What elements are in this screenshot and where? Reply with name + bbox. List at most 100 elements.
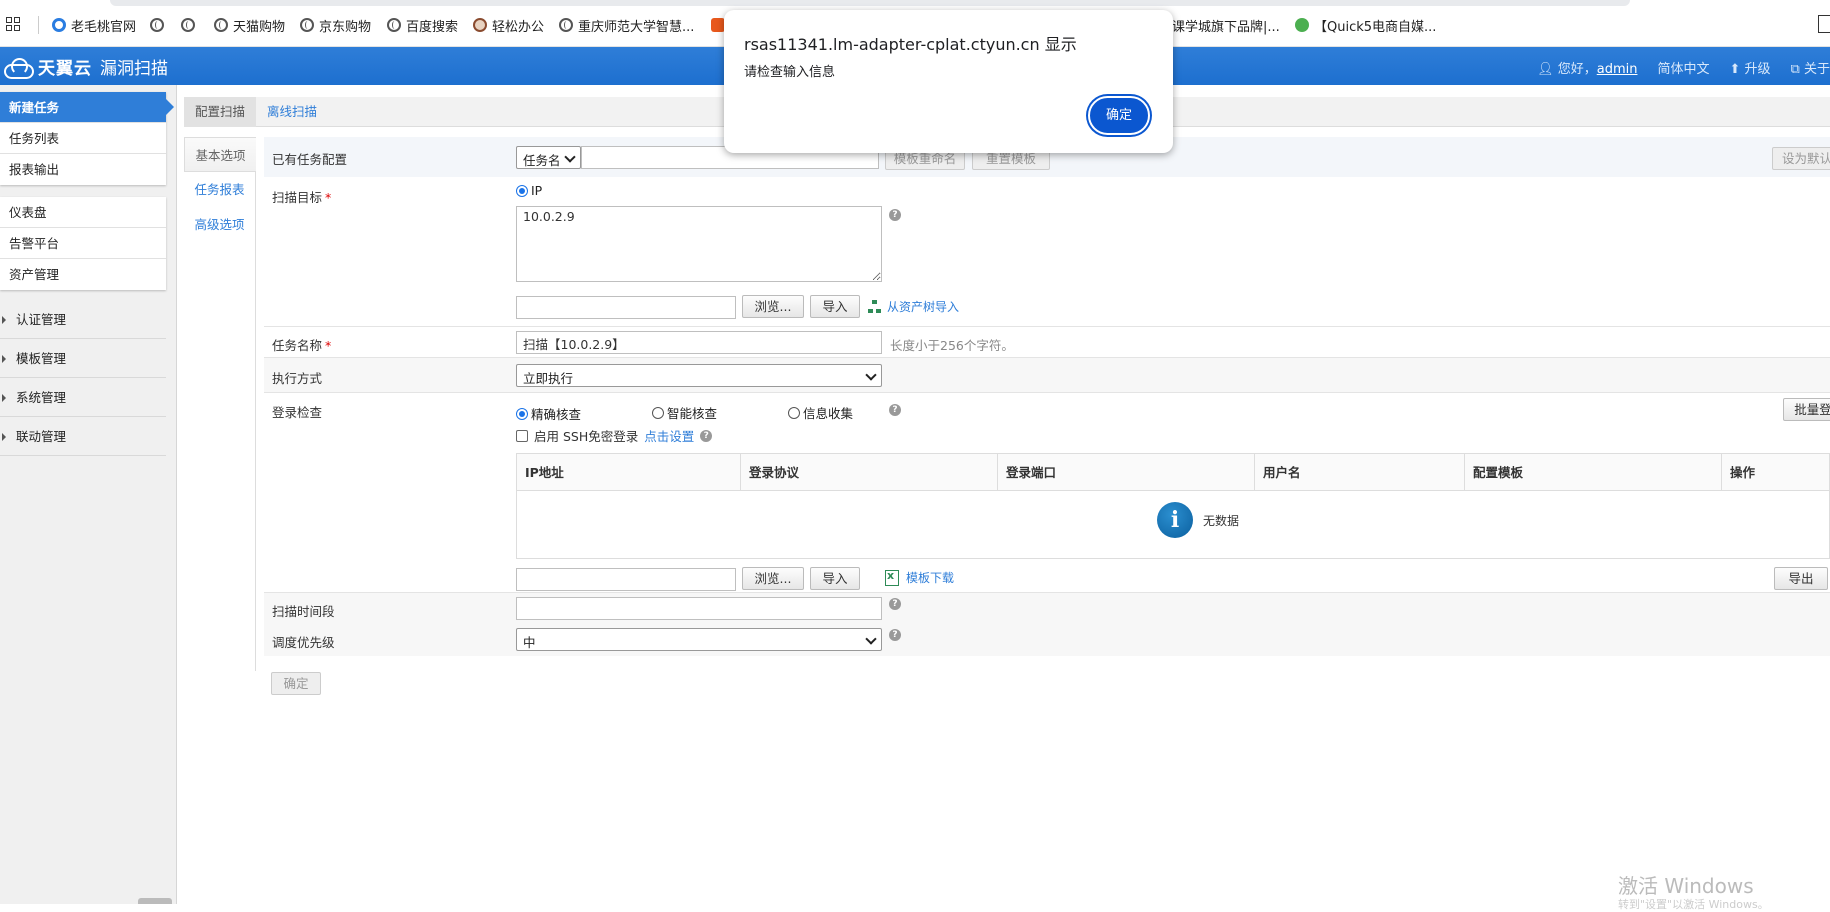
- no-data-text: 无数据: [1203, 513, 1240, 528]
- priority-select[interactable]: 中: [516, 628, 882, 651]
- brand-name: 天翼云: [38, 59, 92, 79]
- bookmark-label: 重庆师范大学智慧...: [578, 19, 695, 35]
- bookmark-item[interactable]: [150, 17, 164, 33]
- help-icon[interactable]: ?: [889, 629, 901, 641]
- globe-icon: [150, 18, 164, 32]
- radio-label: 智能核查: [667, 406, 718, 421]
- help-icon[interactable]: ?: [889, 404, 901, 416]
- excel-icon: [885, 569, 899, 586]
- import-from-tree-link[interactable]: 从资产树导入: [868, 298, 959, 315]
- ssh-checkbox[interactable]: [516, 429, 528, 442]
- tab-basic-options[interactable]: 基本选项: [184, 137, 256, 172]
- column-header: IP地址: [517, 454, 741, 491]
- avatar-favicon-icon: [473, 18, 487, 32]
- help-icon[interactable]: ?: [889, 598, 901, 610]
- bookmark-label: 课学城旗下品牌|...: [1172, 19, 1280, 35]
- export-button[interactable]: 导出: [1774, 567, 1828, 590]
- apps-icon[interactable]: [6, 17, 20, 31]
- bookmark-item[interactable]: [181, 17, 195, 33]
- sidebar-resize-handle[interactable]: [138, 898, 172, 904]
- bookmark-item[interactable]: 【Quick5电商自媒...: [1295, 17, 1436, 35]
- row-exec-mode: 执行方式 立即执行: [264, 357, 1830, 392]
- browse-button[interactable]: 浏览...: [742, 567, 804, 590]
- target-file-input[interactable]: [516, 296, 736, 319]
- user-link[interactable]: admin: [1597, 62, 1638, 77]
- bookmark-item[interactable]: 京东购物: [300, 17, 371, 35]
- task-name-input[interactable]: 扫描【10.0.2.9】: [516, 331, 882, 354]
- target-type-ip-radio[interactable]: IP: [516, 183, 542, 198]
- import-from-tree-label: 从资产树导入: [887, 300, 960, 314]
- login-file-input[interactable]: [516, 568, 736, 591]
- dialog-message: 请检查输入信息: [744, 65, 836, 80]
- template-download-link[interactable]: 模板下载: [885, 569, 954, 586]
- label-existing-config: 已有任务配置: [272, 152, 348, 167]
- bookmark-item[interactable]: 百度搜索: [387, 17, 458, 35]
- dialog-ok-button[interactable]: 确定: [1088, 96, 1150, 135]
- scan-target-textarea[interactable]: [516, 206, 882, 282]
- tab-offline-scan[interactable]: 离线扫描: [256, 97, 328, 127]
- tab-advanced-options[interactable]: 高级选项: [184, 207, 255, 242]
- bookmark-label: 轻松办公: [492, 19, 545, 35]
- radio-dot: [516, 184, 528, 197]
- language-link[interactable]: 简体中文: [1657, 58, 1709, 77]
- sidebar-item-dashboard[interactable]: 仪表盘: [0, 197, 166, 228]
- sidebar-item-task-list[interactable]: 任务列表: [0, 123, 166, 154]
- submit-button[interactable]: 确定: [271, 672, 321, 695]
- tab-task-report[interactable]: 任务报表: [184, 172, 255, 207]
- column-header: 配置模板: [1465, 454, 1722, 491]
- label-priority: 调度优先级: [272, 635, 335, 650]
- exec-mode-select[interactable]: 立即执行: [516, 364, 882, 387]
- task-name-hint: 长度小于256个字符。: [890, 338, 1014, 353]
- radio-dot: [652, 406, 664, 419]
- about-link[interactable]: ⧉ 关于: [1791, 58, 1830, 77]
- option-tabs: 基本选项 任务报表 高级选项: [184, 137, 256, 671]
- bookmark-item[interactable]: 轻松办公: [473, 17, 545, 35]
- time-range-input[interactable]: [516, 597, 882, 620]
- sidebar-item-alert-platform[interactable]: 告警平台: [0, 228, 166, 259]
- row-priority: 调度优先级 中 ?: [264, 622, 1830, 656]
- sidebar-item-report-output[interactable]: 报表输出: [0, 154, 166, 185]
- import-button[interactable]: 导入: [810, 295, 860, 318]
- label-task-name: 任务名称 *: [272, 335, 331, 354]
- bookmark-item[interactable]: 重庆师范大学智慧...: [559, 17, 695, 35]
- help-icon[interactable]: ?: [700, 429, 713, 442]
- task-name-select[interactable]: 任务名: [516, 146, 581, 169]
- bookmark-item[interactable]: 老毛桃官网: [52, 17, 136, 35]
- help-icon[interactable]: ?: [889, 209, 901, 221]
- label-scan-target: 扫描目标 *: [272, 187, 331, 206]
- ssh-option: 启用 SSH免密登录 点击设置 ?: [516, 426, 713, 445]
- sidebar-section-linkage[interactable]: 联动管理: [0, 417, 166, 456]
- user-greeting: 👤︎ 您好，admin: [1537, 58, 1637, 77]
- import-button[interactable]: 导入: [810, 567, 860, 590]
- radio-label: 精确核查: [531, 407, 582, 422]
- login-opt-info-radio[interactable]: 信息收集: [788, 403, 853, 422]
- windows-watermark: 激活 Windows: [1618, 874, 1754, 898]
- bookmark-item[interactable]: 课学城旗下品牌|...: [1172, 17, 1280, 35]
- sidebar-item-new-task[interactable]: 新建任务: [0, 92, 174, 123]
- column-header: 用户名: [1255, 454, 1465, 491]
- cloud-logo-icon: [2, 57, 34, 79]
- globe-icon: [387, 18, 401, 32]
- dialog-title: rsas11341.lm-adapter-cplat.ctyun.cn 显示: [744, 35, 1077, 54]
- label-time-range: 扫描时间段: [272, 604, 335, 619]
- bookmark-item[interactable]: 天猫购物: [214, 17, 285, 35]
- set-default-button[interactable]: 设为默认: [1772, 147, 1830, 170]
- upgrade-link[interactable]: ⬆ 升级: [1729, 58, 1770, 77]
- globe-icon: [300, 18, 314, 32]
- nav-group-tasks: 新建任务 任务列表 报表输出: [0, 92, 174, 185]
- globe-icon: [214, 18, 228, 32]
- login-opt-exact-radio[interactable]: 精确核查: [516, 404, 581, 423]
- sidebar-item-asset-management[interactable]: 资产管理: [0, 259, 166, 290]
- sidebar-section-auth[interactable]: 认证管理: [0, 300, 166, 339]
- ssh-setup-link[interactable]: 点击设置: [644, 426, 694, 445]
- sidebar-section-template[interactable]: 模板管理: [0, 339, 166, 378]
- upgrade-icon: ⬆: [1729, 62, 1741, 77]
- browse-button[interactable]: 浏览...: [742, 295, 804, 318]
- tab-config-scan[interactable]: 配置扫描: [184, 97, 257, 127]
- login-opt-smart-radio[interactable]: 智能核查: [652, 403, 717, 422]
- required-marker: *: [325, 338, 332, 353]
- batch-login-button[interactable]: 批量登: [1783, 398, 1830, 421]
- sidebar-section-system[interactable]: 系统管理: [0, 378, 166, 417]
- bookmark-item[interactable]: [711, 17, 725, 33]
- other-bookmarks-icon[interactable]: [1818, 15, 1830, 33]
